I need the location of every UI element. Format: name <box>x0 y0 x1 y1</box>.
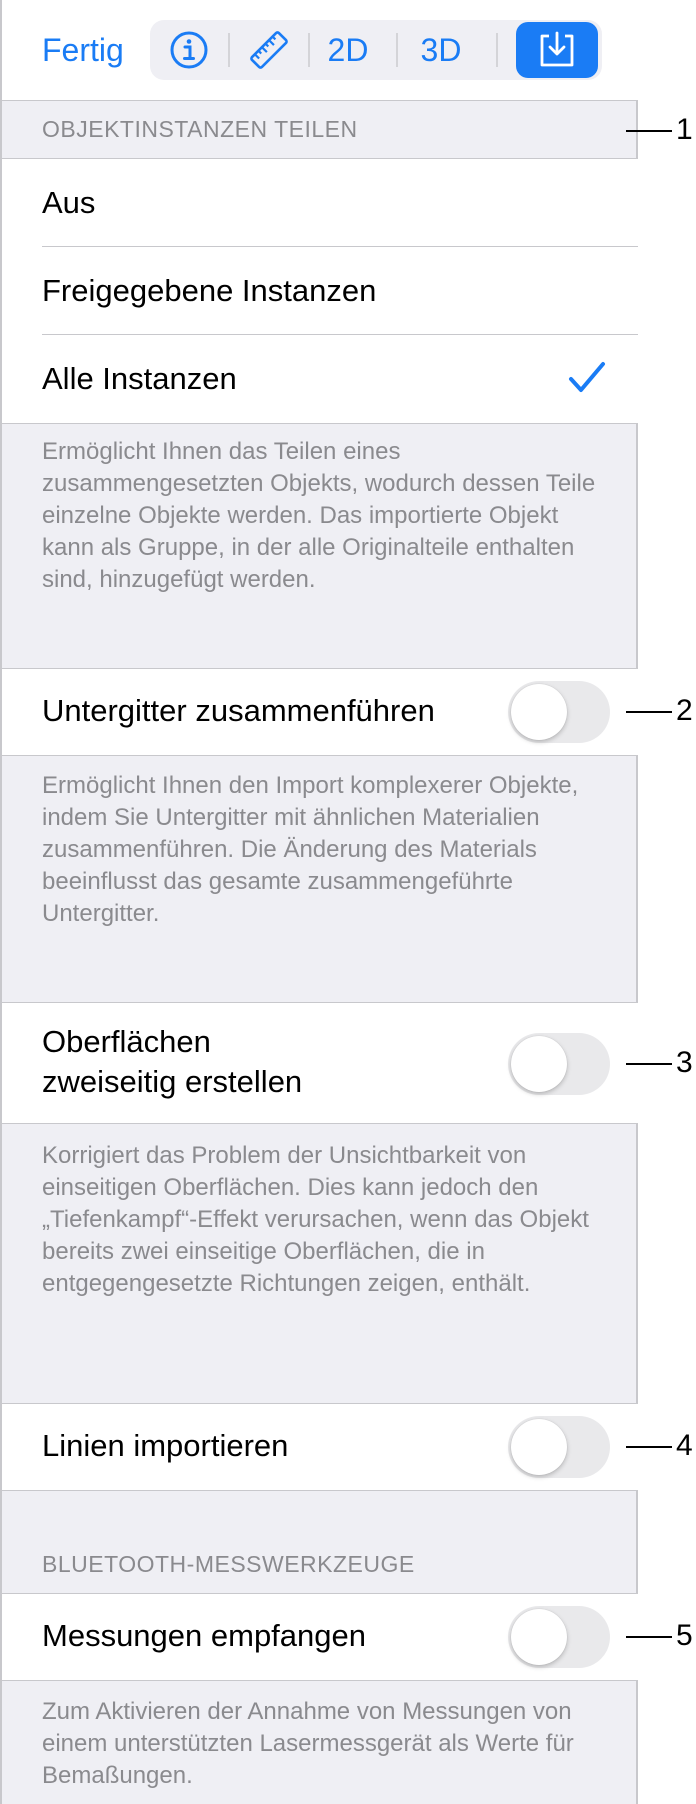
option-label: Alle Instanzen <box>42 361 237 396</box>
merge-submeshes-label: Untergitter zusammenführen <box>42 693 435 728</box>
merge-submeshes-row: Untergitter zusammenführen <box>2 669 638 755</box>
receive-measurements-toggle[interactable] <box>508 1606 610 1668</box>
callout-number: 1 <box>676 113 693 146</box>
double-sided-toggle[interactable] <box>508 1033 610 1095</box>
import-icon <box>540 31 574 67</box>
callout-line <box>626 1063 672 1065</box>
callout-number: 4 <box>676 1429 693 1462</box>
import-lines-row: Linien importieren <box>2 1404 638 1490</box>
option-all-instances[interactable]: Alle Instanzen <box>2 335 638 423</box>
done-button[interactable]: Fertig <box>42 32 124 69</box>
callout-number: 2 <box>676 694 693 727</box>
view-segmented-control: 2D 3D <box>150 20 602 80</box>
object-instances-list: Aus Freigegebene Instanzen Alle Instanze… <box>2 159 638 423</box>
view-2d-button[interactable]: 2D <box>310 20 386 80</box>
double-sided-description: Korrigiert das Problem der Unsichtbarkei… <box>42 1142 589 1297</box>
toolbar: Fertig 2D 3D <box>2 0 638 101</box>
option-off[interactable]: Aus <box>2 159 638 246</box>
import-button[interactable] <box>516 22 598 78</box>
import-lines-label: Linien importieren <box>42 1428 289 1463</box>
callout-line <box>626 1636 672 1638</box>
callout-number: 5 <box>676 1619 693 1652</box>
object-instances-description: Ermöglicht Ihnen das Teilen eines zusamm… <box>42 438 596 593</box>
option-label: Aus <box>42 185 96 220</box>
option-shared-instances[interactable]: Freigegebene Instanzen <box>2 247 638 334</box>
checkmark-icon <box>569 362 605 392</box>
merge-submeshes-toggle[interactable] <box>508 681 610 743</box>
bluetooth-description: Zum Aktivieren der Annahme von Messungen… <box>42 1698 574 1789</box>
callout-line <box>626 130 672 132</box>
double-sided-label-line2: zweiseitig erstellen <box>42 1064 303 1099</box>
info-button[interactable] <box>150 20 228 80</box>
ruler-icon <box>250 31 288 69</box>
merge-submeshes-description: Ermöglicht Ihnen den Import komplexerer … <box>42 772 579 927</box>
import-settings-panel: Fertig 2D 3D OBJEKTINSTANZEN TEILEN Aus … <box>0 0 638 1804</box>
callout-number: 3 <box>676 1046 693 1079</box>
info-icon <box>170 31 208 69</box>
double-sided-row: Oberflächen zweiseitig erstellen <box>2 1003 638 1123</box>
callout-line <box>626 1446 672 1448</box>
receive-measurements-row: Messungen empfangen <box>2 1594 638 1680</box>
receive-measurements-label: Messungen empfangen <box>42 1618 367 1653</box>
view-3d-button[interactable]: 3D <box>398 20 484 80</box>
object-instances-header: OBJEKTINSTANZEN TEILEN <box>42 116 358 142</box>
double-sided-label-line1: Oberflächen <box>42 1024 211 1059</box>
callout-line <box>626 711 672 713</box>
import-lines-toggle[interactable] <box>508 1416 610 1478</box>
option-label: Freigegebene Instanzen <box>42 273 377 308</box>
bluetooth-header: BLUETOOTH-MESSWERKZEUGE <box>42 1551 415 1577</box>
measure-button[interactable] <box>230 20 308 80</box>
